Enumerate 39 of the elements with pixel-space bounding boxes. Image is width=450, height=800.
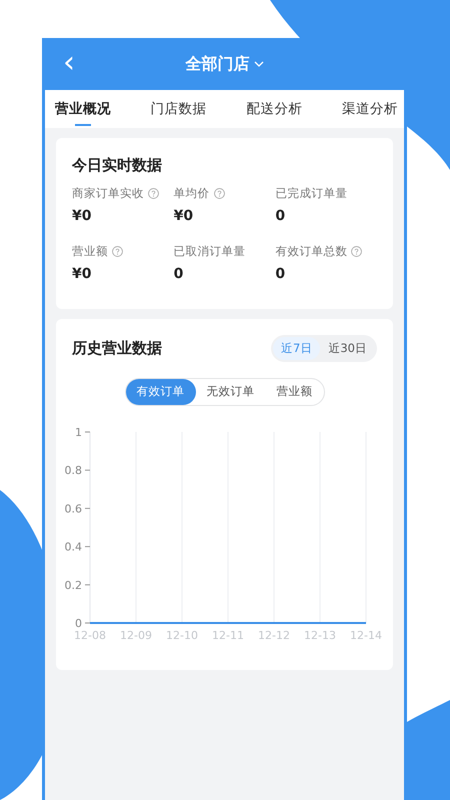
tab[interactable]: 配送分析 <box>246 90 302 128</box>
x-tick-label: 12-11 <box>212 628 244 642</box>
metric-label: 营业额 <box>72 242 108 260</box>
metric-tab[interactable]: 无效订单 <box>196 379 266 404</box>
help-icon[interactable] <box>214 188 225 199</box>
x-tick-label: 12-09 <box>120 628 152 642</box>
metric-label: 商家订单实收 <box>72 184 144 202</box>
x-tick-label: 12-10 <box>166 628 198 642</box>
section-title: 今日实时数据 <box>72 155 163 176</box>
tab[interactable]: 门店数据 <box>150 90 207 128</box>
tab[interactable]: 营业概况 <box>55 90 111 128</box>
y-tick-label: 0.8 <box>64 464 82 477</box>
help-icon[interactable] <box>148 188 159 199</box>
chevron-down-icon <box>254 60 264 68</box>
metric-value: 0 <box>275 265 286 284</box>
range-tab[interactable]: 近30日 <box>320 337 375 360</box>
metric-label: 有效订单总数 <box>275 242 348 260</box>
metric-value: ¥0 <box>174 206 194 226</box>
y-tick-label: 0.2 <box>64 578 82 592</box>
help-icon[interactable] <box>351 246 362 257</box>
x-tick-label: 12-13 <box>304 628 336 642</box>
metric-label: 已完成订单量 <box>275 184 348 202</box>
metric-tab[interactable]: 营业额 <box>266 379 324 404</box>
metric-value: 0 <box>275 206 286 226</box>
metric-value: 0 <box>174 265 184 284</box>
y-tick-label: 0 <box>75 616 82 630</box>
y-tick-label: 0.4 <box>64 540 82 554</box>
metric-label: 单均价 <box>174 184 210 202</box>
section-title: 历史营业数据 <box>72 338 162 360</box>
metric-value: ¥0 <box>72 265 92 284</box>
metric-label: 已取消订单量 <box>174 242 246 260</box>
help-icon[interactable] <box>112 246 123 257</box>
x-tick-label: 12-12 <box>258 628 290 642</box>
y-tick-label: 1 <box>75 426 82 438</box>
tab[interactable]: 渠道分析 <box>342 90 398 128</box>
metric-value: ¥0 <box>72 206 92 226</box>
x-tick-label: 12-14 <box>350 628 382 642</box>
y-tick-label: 0.6 <box>64 502 82 515</box>
x-tick-label: 12-08 <box>74 628 106 642</box>
